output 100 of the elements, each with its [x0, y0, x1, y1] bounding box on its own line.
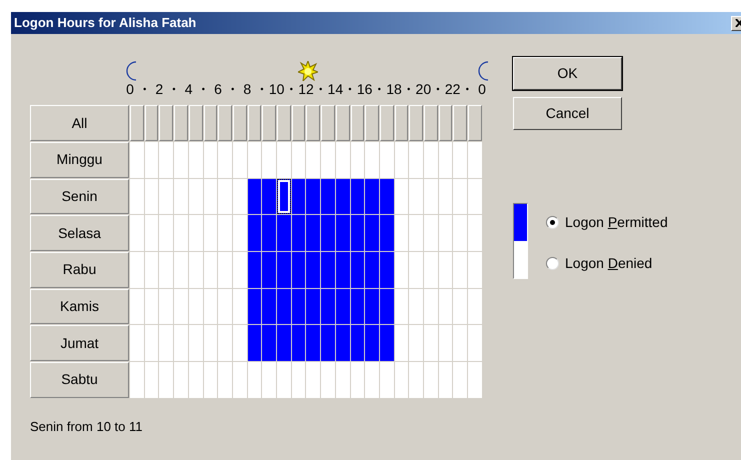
- hour-cell[interactable]: [409, 252, 424, 288]
- hour-cell[interactable]: [232, 215, 247, 252]
- hour-cell[interactable]: [248, 252, 262, 288]
- hour-column-button[interactable]: [321, 105, 335, 141]
- hour-cell[interactable]: [218, 288, 232, 324]
- hour-cell[interactable]: [262, 215, 276, 252]
- hour-cell[interactable]: [159, 178, 174, 214]
- hour-cell[interactable]: [174, 325, 188, 362]
- hour-cell[interactable]: [292, 142, 306, 178]
- hour-cell[interactable]: [468, 178, 482, 214]
- hour-column-button[interactable]: [159, 105, 174, 141]
- hour-cell[interactable]: [424, 362, 438, 398]
- hour-cell[interactable]: [188, 362, 203, 398]
- hour-cell[interactable]: [130, 288, 144, 324]
- hour-column-button[interactable]: [424, 105, 438, 141]
- hour-cell[interactable]: [409, 142, 424, 178]
- hour-cell[interactable]: [321, 215, 335, 252]
- hour-cell[interactable]: [336, 362, 350, 398]
- hour-cell[interactable]: [438, 288, 452, 324]
- hour-cell[interactable]: [306, 288, 320, 324]
- hour-cell[interactable]: [277, 142, 291, 178]
- hour-cell[interactable]: [232, 288, 247, 324]
- hour-cell[interactable]: [159, 215, 174, 252]
- hour-cell[interactable]: [350, 142, 364, 178]
- hour-cell[interactable]: [292, 362, 306, 398]
- hour-cell[interactable]: [380, 325, 394, 362]
- hour-cell[interactable]: [144, 288, 158, 324]
- hour-column-button[interactable]: [130, 105, 144, 141]
- hour-cell[interactable]: [248, 142, 262, 178]
- hour-cell[interactable]: [365, 142, 379, 178]
- hour-cell[interactable]: [321, 325, 335, 362]
- hour-cell[interactable]: [336, 325, 350, 362]
- hour-cell[interactable]: [188, 142, 203, 178]
- hour-cell[interactable]: [336, 178, 350, 214]
- hour-cell[interactable]: [159, 288, 174, 324]
- hour-cell[interactable]: [144, 178, 158, 214]
- hour-cell[interactable]: [277, 252, 291, 288]
- hour-column-button[interactable]: [232, 105, 247, 141]
- hour-cell[interactable]: [424, 252, 438, 288]
- hour-cell[interactable]: [188, 325, 203, 362]
- hour-cell[interactable]: [365, 252, 379, 288]
- hour-cell[interactable]: [468, 362, 482, 398]
- hour-cell[interactable]: [144, 252, 158, 288]
- hour-cell[interactable]: [321, 252, 335, 288]
- day-button[interactable]: Senin: [30, 178, 129, 214]
- hour-cell[interactable]: [336, 142, 350, 178]
- hour-column-button[interactable]: [174, 105, 188, 141]
- hour-column-button[interactable]: [394, 105, 408, 141]
- hour-column-button[interactable]: [144, 105, 158, 141]
- hour-cell[interactable]: [350, 178, 364, 214]
- hour-cell[interactable]: [453, 215, 468, 252]
- hour-cell[interactable]: [218, 142, 232, 178]
- hour-cell[interactable]: [204, 288, 218, 324]
- hour-cell[interactable]: [336, 215, 350, 252]
- hour-column-button[interactable]: [188, 105, 203, 141]
- hour-cell[interactable]: [365, 215, 379, 252]
- hour-cell[interactable]: [188, 215, 203, 252]
- hour-cell[interactable]: [292, 288, 306, 324]
- hour-cell[interactable]: [350, 362, 364, 398]
- hour-cell[interactable]: [232, 362, 247, 398]
- hour-cell[interactable]: [365, 178, 379, 214]
- hour-cell[interactable]: [144, 325, 158, 362]
- hour-cell[interactable]: [174, 142, 188, 178]
- hour-cell[interactable]: [262, 362, 276, 398]
- ok-button[interactable]: OK: [513, 57, 622, 90]
- hour-cell[interactable]: [468, 215, 482, 252]
- hour-cell[interactable]: [438, 142, 452, 178]
- hour-cell[interactable]: [218, 325, 232, 362]
- hour-cell[interactable]: [438, 252, 452, 288]
- hour-cell[interactable]: [262, 288, 276, 324]
- hour-cell[interactable]: [262, 178, 276, 214]
- hour-cell[interactable]: [248, 362, 262, 398]
- hour-cell[interactable]: [380, 252, 394, 288]
- hour-cell[interactable]: [277, 362, 291, 398]
- hour-cell[interactable]: [232, 252, 247, 288]
- hour-cell[interactable]: [144, 142, 158, 178]
- hour-cell[interactable]: [468, 325, 482, 362]
- hour-cell[interactable]: [453, 142, 468, 178]
- hour-cell[interactable]: [336, 252, 350, 288]
- hour-cell[interactable]: [453, 288, 468, 324]
- hour-cell[interactable]: [248, 325, 262, 362]
- radio-label[interactable]: Logon Permitted: [565, 212, 668, 233]
- hour-cell[interactable]: [394, 142, 408, 178]
- hour-column-button[interactable]: [306, 105, 320, 141]
- hour-cell[interactable]: [292, 178, 306, 214]
- hour-cell[interactable]: [321, 178, 335, 214]
- hour-cell[interactable]: [292, 252, 306, 288]
- hour-cell[interactable]: [277, 288, 291, 324]
- hour-cell[interactable]: [277, 325, 291, 362]
- hour-column-button[interactable]: [380, 105, 394, 141]
- day-button[interactable]: Kamis: [30, 288, 129, 324]
- day-button[interactable]: Selasa: [30, 215, 129, 252]
- hour-cell[interactable]: [232, 178, 247, 214]
- hour-cell[interactable]: [159, 142, 174, 178]
- hour-cell[interactable]: [248, 288, 262, 324]
- hour-column-button[interactable]: [365, 105, 379, 141]
- hour-cell[interactable]: [306, 362, 320, 398]
- radio-label[interactable]: Logon Denied: [565, 253, 652, 274]
- hour-cell[interactable]: [292, 325, 306, 362]
- radio-button[interactable]: [546, 257, 559, 270]
